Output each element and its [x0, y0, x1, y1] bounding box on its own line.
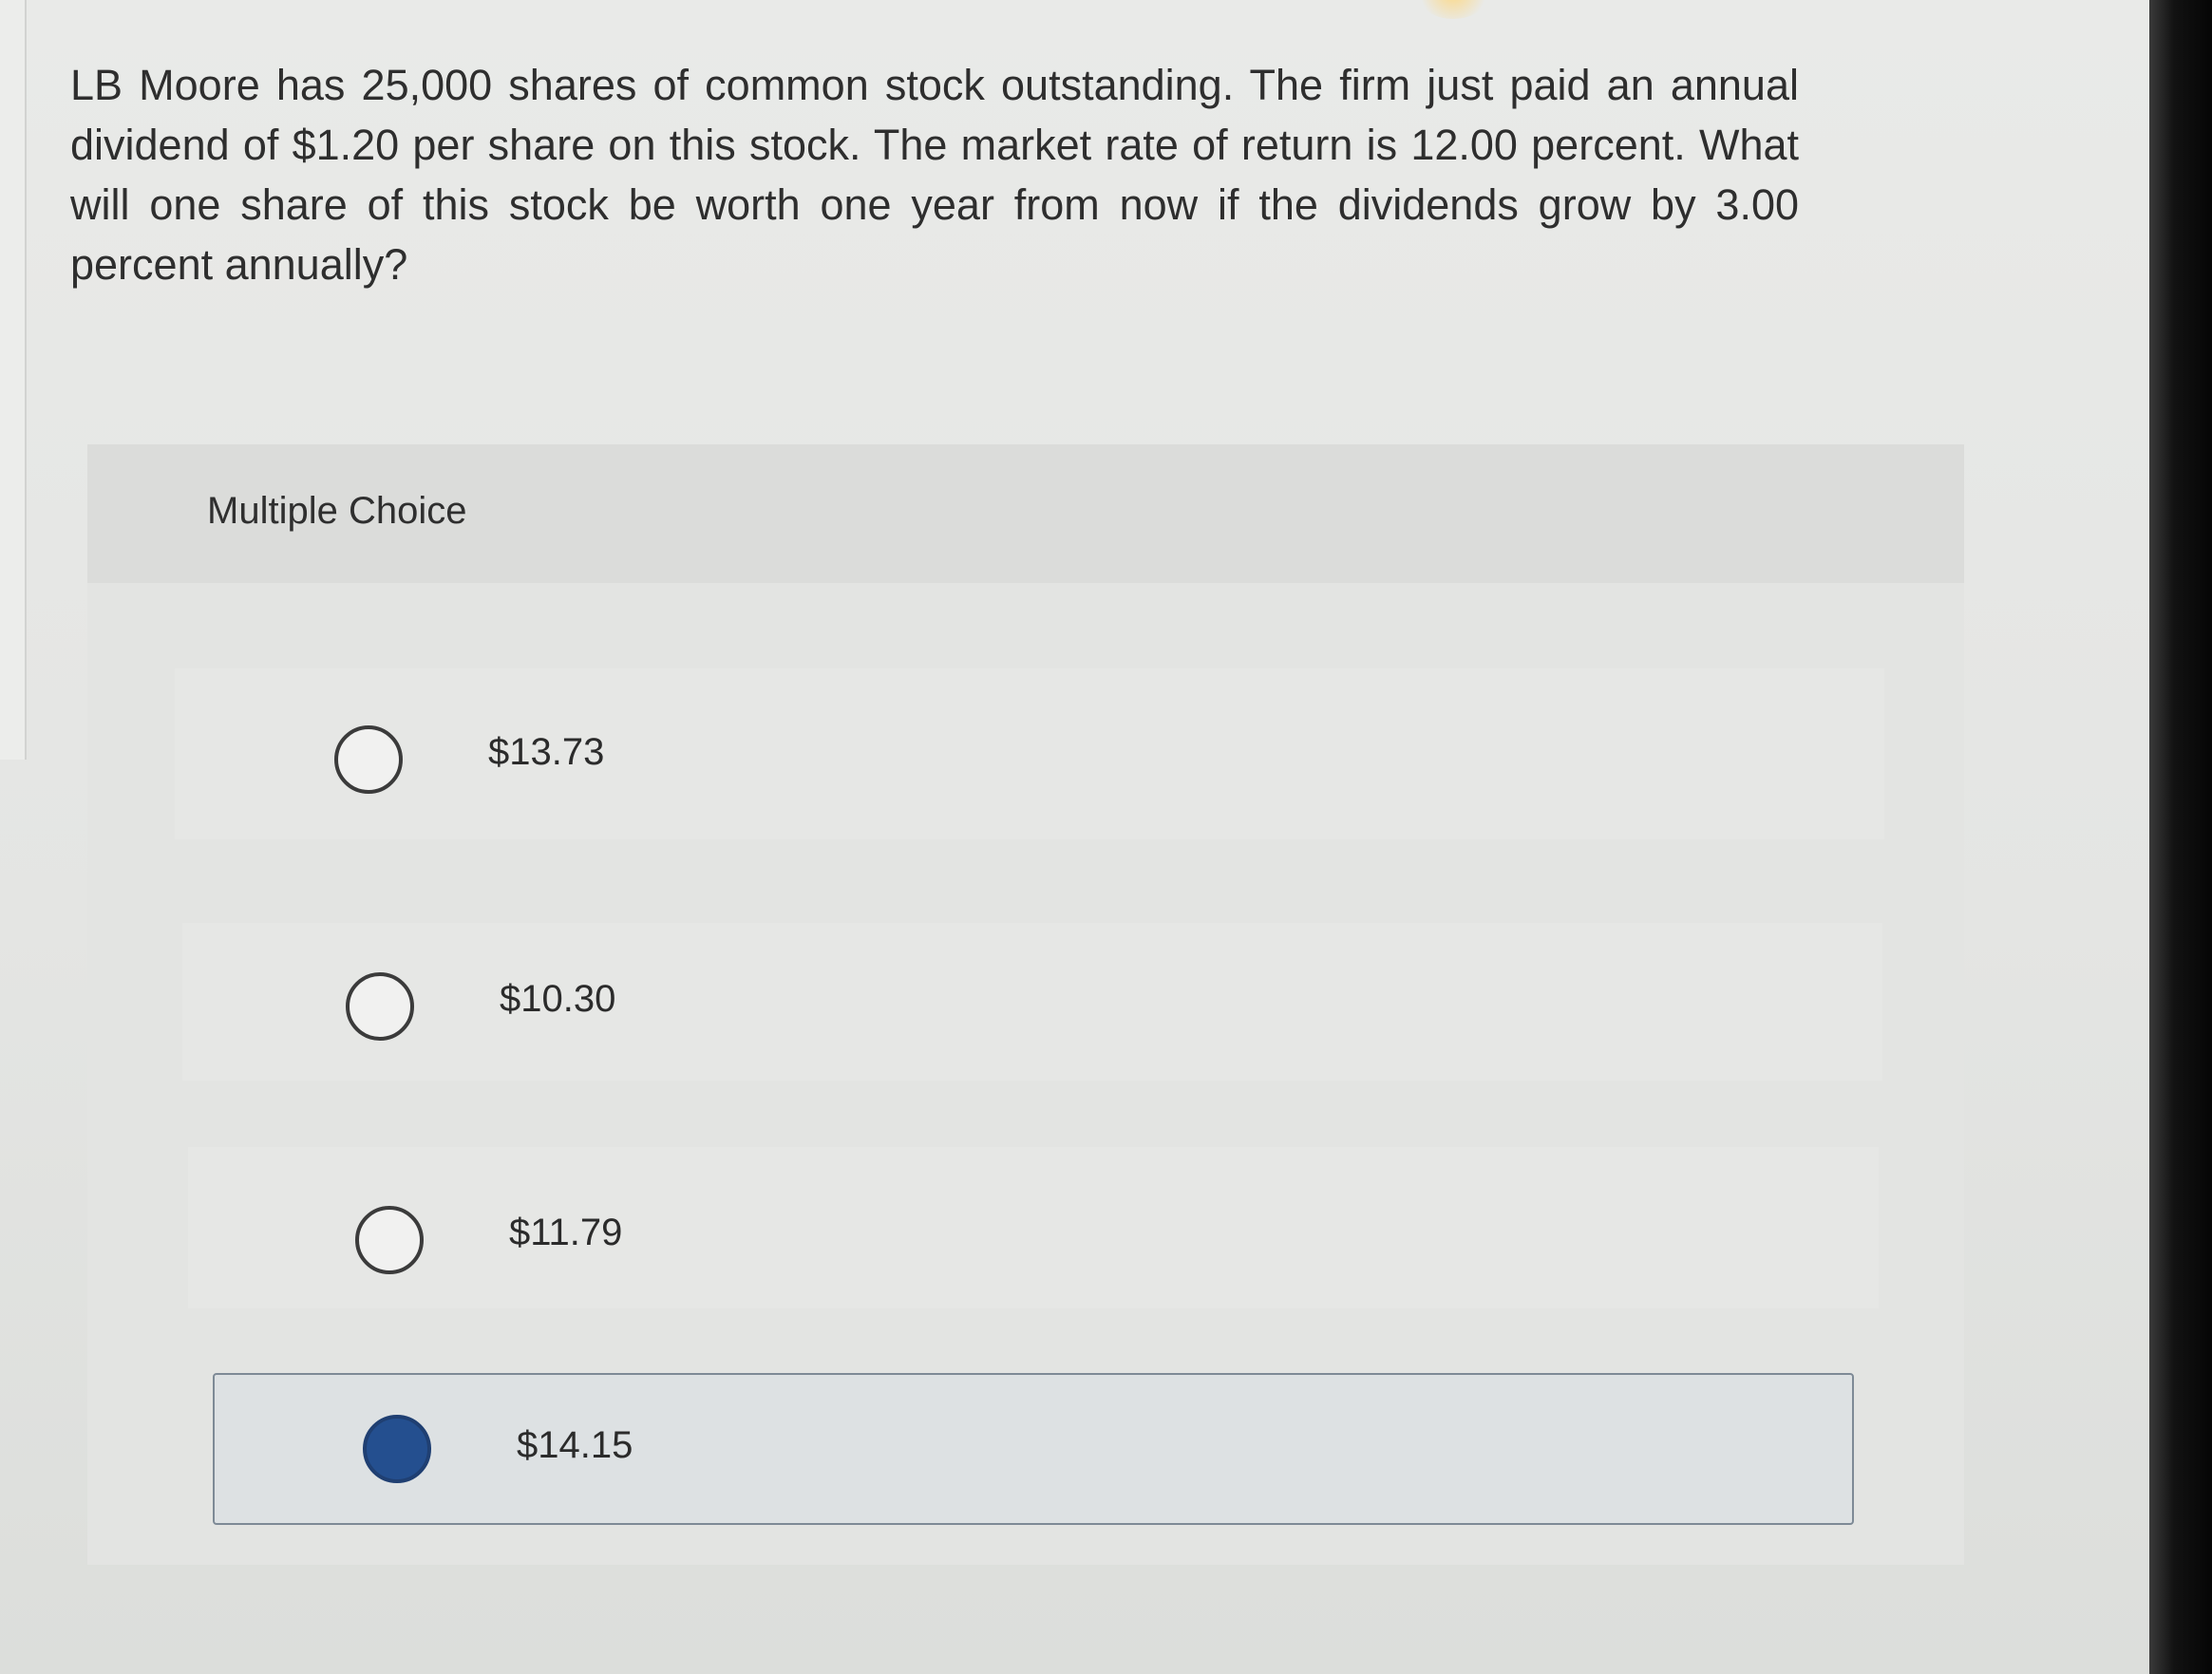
answer-option-2[interactable]: $10.30	[182, 923, 1882, 1081]
answer-option-3[interactable]: $11.79	[188, 1147, 1879, 1308]
answer-option-1[interactable]: $13.73	[175, 668, 1884, 839]
multiple-choice-panel: Multiple Choice $13.73 $10.30 $11.79 $14…	[87, 444, 1964, 1565]
answer-option-label: $10.30	[500, 978, 616, 1020]
radio-button-icon[interactable]	[355, 1206, 424, 1274]
page-background: LB Moore has 25,000 shares of common sto…	[0, 0, 2212, 1674]
radio-button-icon[interactable]	[346, 972, 414, 1041]
monitor-bezel	[2149, 0, 2212, 1674]
answer-option-label: $11.79	[509, 1212, 623, 1253]
screen-glare	[1415, 0, 1491, 19]
radio-button-icon[interactable]	[334, 725, 403, 794]
multiple-choice-title: Multiple Choice	[207, 490, 467, 532]
multiple-choice-header: Multiple Choice	[87, 444, 1964, 583]
question-text: LB Moore has 25,000 shares of common sto…	[70, 61, 1799, 289]
left-panel-edge	[0, 0, 27, 760]
answer-option-label: $14.15	[517, 1424, 633, 1466]
answer-option-4-selected[interactable]: $14.15	[213, 1373, 1854, 1525]
radio-button-checked-icon[interactable]	[363, 1415, 431, 1483]
answer-option-label: $13.73	[488, 731, 605, 773]
